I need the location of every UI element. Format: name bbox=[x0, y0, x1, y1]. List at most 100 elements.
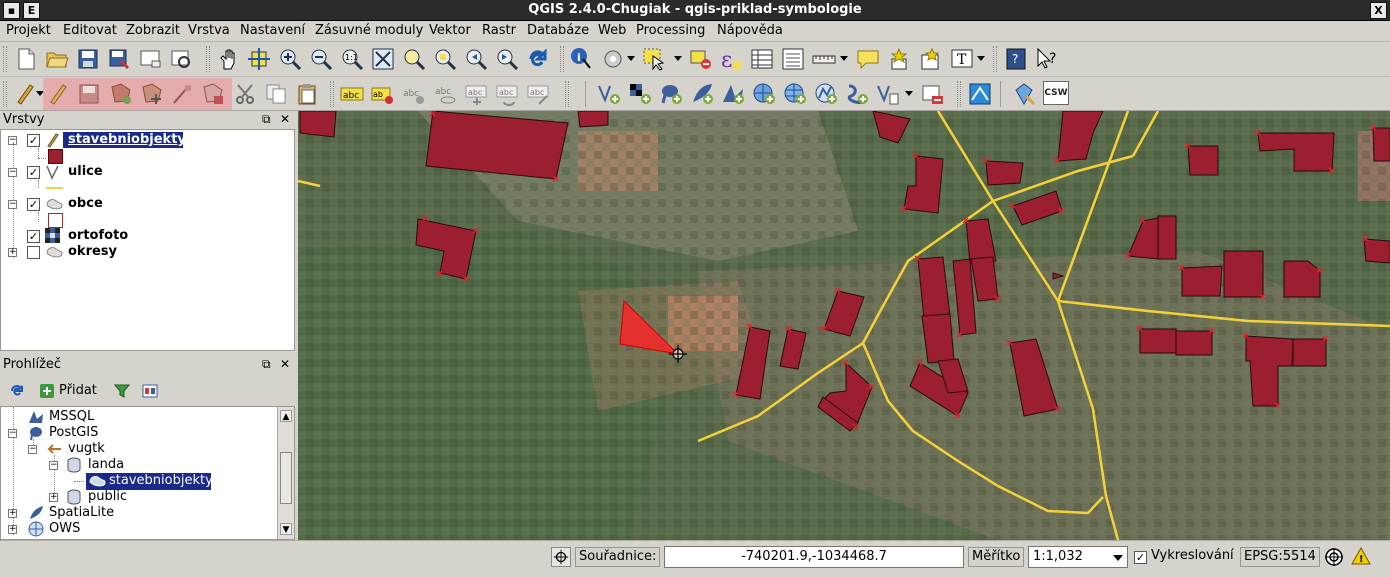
pan-to-selection-icon[interactable] bbox=[247, 47, 271, 71]
map-canvas[interactable] bbox=[298, 111, 1390, 540]
coordinate-field[interactable]: -740201.9,-1034468.7 bbox=[664, 546, 964, 568]
toolbar-grip[interactable] bbox=[3, 81, 7, 107]
filter-icon[interactable] bbox=[114, 383, 130, 399]
new-shapefile-icon[interactable] bbox=[876, 82, 900, 106]
show-bookmarks-icon[interactable] bbox=[918, 47, 942, 71]
menu-processing[interactable]: Processing bbox=[636, 23, 705, 38]
layer-visibility-checkbox[interactable]: ✓ bbox=[27, 198, 40, 211]
add-wcs-icon[interactable] bbox=[783, 82, 807, 106]
move-feature-icon[interactable] bbox=[140, 82, 164, 106]
zoom-to-layer-icon[interactable] bbox=[402, 47, 426, 71]
toolbar-grip[interactable] bbox=[560, 46, 564, 72]
menu-napoveda[interactable]: Nápověda bbox=[717, 23, 783, 38]
crs-button[interactable]: EPSG:5514 bbox=[1240, 547, 1320, 567]
select-features-icon[interactable] bbox=[642, 47, 666, 71]
whats-this-icon[interactable]: ? bbox=[1035, 47, 1059, 71]
new-print-composer-icon[interactable] bbox=[138, 47, 162, 71]
collapse-icon[interactable]: − bbox=[28, 445, 37, 454]
toolbar-grip[interactable] bbox=[330, 81, 334, 107]
warning-icon[interactable]: ! bbox=[1351, 546, 1371, 566]
collapse-icon[interactable]: − bbox=[8, 429, 17, 438]
menu-projekt[interactable]: Projekt bbox=[6, 23, 51, 38]
scroll-down-icon[interactable]: ▼ bbox=[280, 523, 292, 535]
add-raster-icon[interactable] bbox=[628, 82, 652, 106]
menu-web[interactable]: Web bbox=[598, 23, 626, 38]
new-layer-dropdown-icon[interactable] bbox=[905, 91, 913, 96]
layer-row-stavebniobjekty[interactable]: − ✓ stavebniobjekty bbox=[1, 132, 291, 148]
float-panel-icon[interactable]: ⧉ bbox=[262, 112, 271, 127]
window-close-button[interactable]: X bbox=[1370, 2, 1387, 19]
expand-icon[interactable]: + bbox=[49, 493, 58, 502]
label-pin-icon[interactable]: abc bbox=[402, 82, 426, 106]
menu-zobrazit[interactable]: Zobrazit bbox=[126, 23, 180, 38]
layer-row-ulice[interactable]: − ✓ ulice bbox=[1, 164, 291, 180]
menu-rastr[interactable]: Rastr bbox=[482, 23, 516, 38]
label-tool-icon[interactable]: abc bbox=[340, 82, 364, 106]
zoom-actual-size-icon[interactable]: 1:1 bbox=[340, 47, 364, 71]
menu-vektor[interactable]: Vektor bbox=[429, 23, 471, 38]
collapse-icon[interactable]: − bbox=[8, 168, 17, 177]
add-delimited-text-icon[interactable] bbox=[597, 82, 621, 106]
add-spatialite-icon[interactable] bbox=[690, 82, 714, 106]
toolbar-grip[interactable] bbox=[957, 81, 961, 107]
save-edits-icon[interactable] bbox=[77, 82, 101, 106]
render-label[interactable]: Vykreslování bbox=[1151, 548, 1234, 563]
field-calculator-icon[interactable]: ε bbox=[719, 47, 743, 71]
add-feature-icon[interactable] bbox=[109, 82, 133, 106]
run-feature-action-icon[interactable] bbox=[601, 47, 625, 71]
add-postgis-icon[interactable] bbox=[659, 82, 683, 106]
label-move-icon[interactable]: abc bbox=[465, 82, 489, 106]
measure-dropdown-icon[interactable] bbox=[840, 56, 848, 61]
expand-icon[interactable]: + bbox=[8, 248, 17, 257]
current-edits-icon[interactable] bbox=[14, 82, 38, 106]
properties-icon[interactable] bbox=[142, 383, 158, 399]
georeferencer-icon[interactable] bbox=[968, 82, 992, 106]
zoom-full-icon[interactable] bbox=[371, 47, 395, 71]
layer-visibility-checkbox[interactable] bbox=[27, 246, 40, 259]
map-tips-icon[interactable] bbox=[856, 47, 880, 71]
layer-visibility-checkbox[interactable]: ✓ bbox=[27, 166, 40, 179]
layer-row-okresy[interactable]: + okresy bbox=[1, 244, 291, 260]
close-panel-icon[interactable]: ✕ bbox=[280, 112, 290, 126]
statistics-icon[interactable] bbox=[781, 47, 805, 71]
node-tool-icon[interactable] bbox=[171, 82, 195, 106]
scrollbar-thumb[interactable] bbox=[280, 452, 292, 504]
collapse-icon[interactable]: − bbox=[8, 200, 17, 209]
add-oracle-icon[interactable] bbox=[845, 82, 869, 106]
scroll-up-icon[interactable]: ▲ bbox=[280, 410, 292, 422]
save-project-icon[interactable] bbox=[76, 47, 100, 71]
crs-status-globe-icon[interactable] bbox=[1324, 547, 1344, 567]
toggle-extents-mouse-icon[interactable] bbox=[551, 547, 571, 567]
deselect-features-icon[interactable] bbox=[689, 47, 713, 71]
paste-features-icon[interactable] bbox=[295, 82, 319, 106]
toolbar-grip[interactable] bbox=[565, 81, 569, 107]
zoom-last-icon[interactable] bbox=[464, 47, 488, 71]
zoom-next-icon[interactable] bbox=[495, 47, 519, 71]
csw-button[interactable]: CSW bbox=[1043, 81, 1069, 105]
select-dropdown-icon[interactable] bbox=[674, 56, 682, 61]
remove-layer-icon[interactable] bbox=[921, 82, 945, 106]
toolbar-grip[interactable] bbox=[206, 46, 210, 72]
text-annotation-icon[interactable]: T bbox=[950, 47, 974, 71]
label-rotate-icon[interactable]: abc bbox=[496, 82, 520, 106]
add-wms-icon[interactable] bbox=[752, 82, 776, 106]
toggle-editing-icon[interactable] bbox=[47, 82, 71, 106]
chevron-down-icon[interactable] bbox=[1113, 555, 1123, 561]
layer-visibility-checkbox[interactable]: ✓ bbox=[27, 134, 40, 147]
annotation-dropdown-icon[interactable] bbox=[977, 56, 985, 61]
new-bookmark-icon[interactable] bbox=[887, 47, 911, 71]
refresh-icon[interactable] bbox=[526, 47, 550, 71]
scale-combobox[interactable]: 1:1,032 bbox=[1028, 546, 1128, 568]
attribute-table-icon[interactable] bbox=[750, 47, 774, 71]
float-panel-icon[interactable]: ⧉ bbox=[262, 357, 271, 372]
menu-nastaveni[interactable]: Nastavení bbox=[240, 23, 305, 38]
toolbar-grip[interactable] bbox=[993, 46, 997, 72]
add-button-label[interactable]: Přidat bbox=[59, 383, 97, 398]
menu-zasuvne-moduly[interactable]: Zásuvné moduly bbox=[315, 23, 423, 38]
layer-row-ortofoto[interactable]: ✓ ortofoto bbox=[1, 228, 291, 244]
refresh-icon[interactable] bbox=[9, 383, 25, 399]
zoom-out-icon[interactable] bbox=[309, 47, 333, 71]
new-project-icon[interactable] bbox=[14, 47, 38, 71]
collapse-icon[interactable]: − bbox=[49, 461, 58, 470]
add-plus-icon[interactable] bbox=[40, 384, 54, 398]
